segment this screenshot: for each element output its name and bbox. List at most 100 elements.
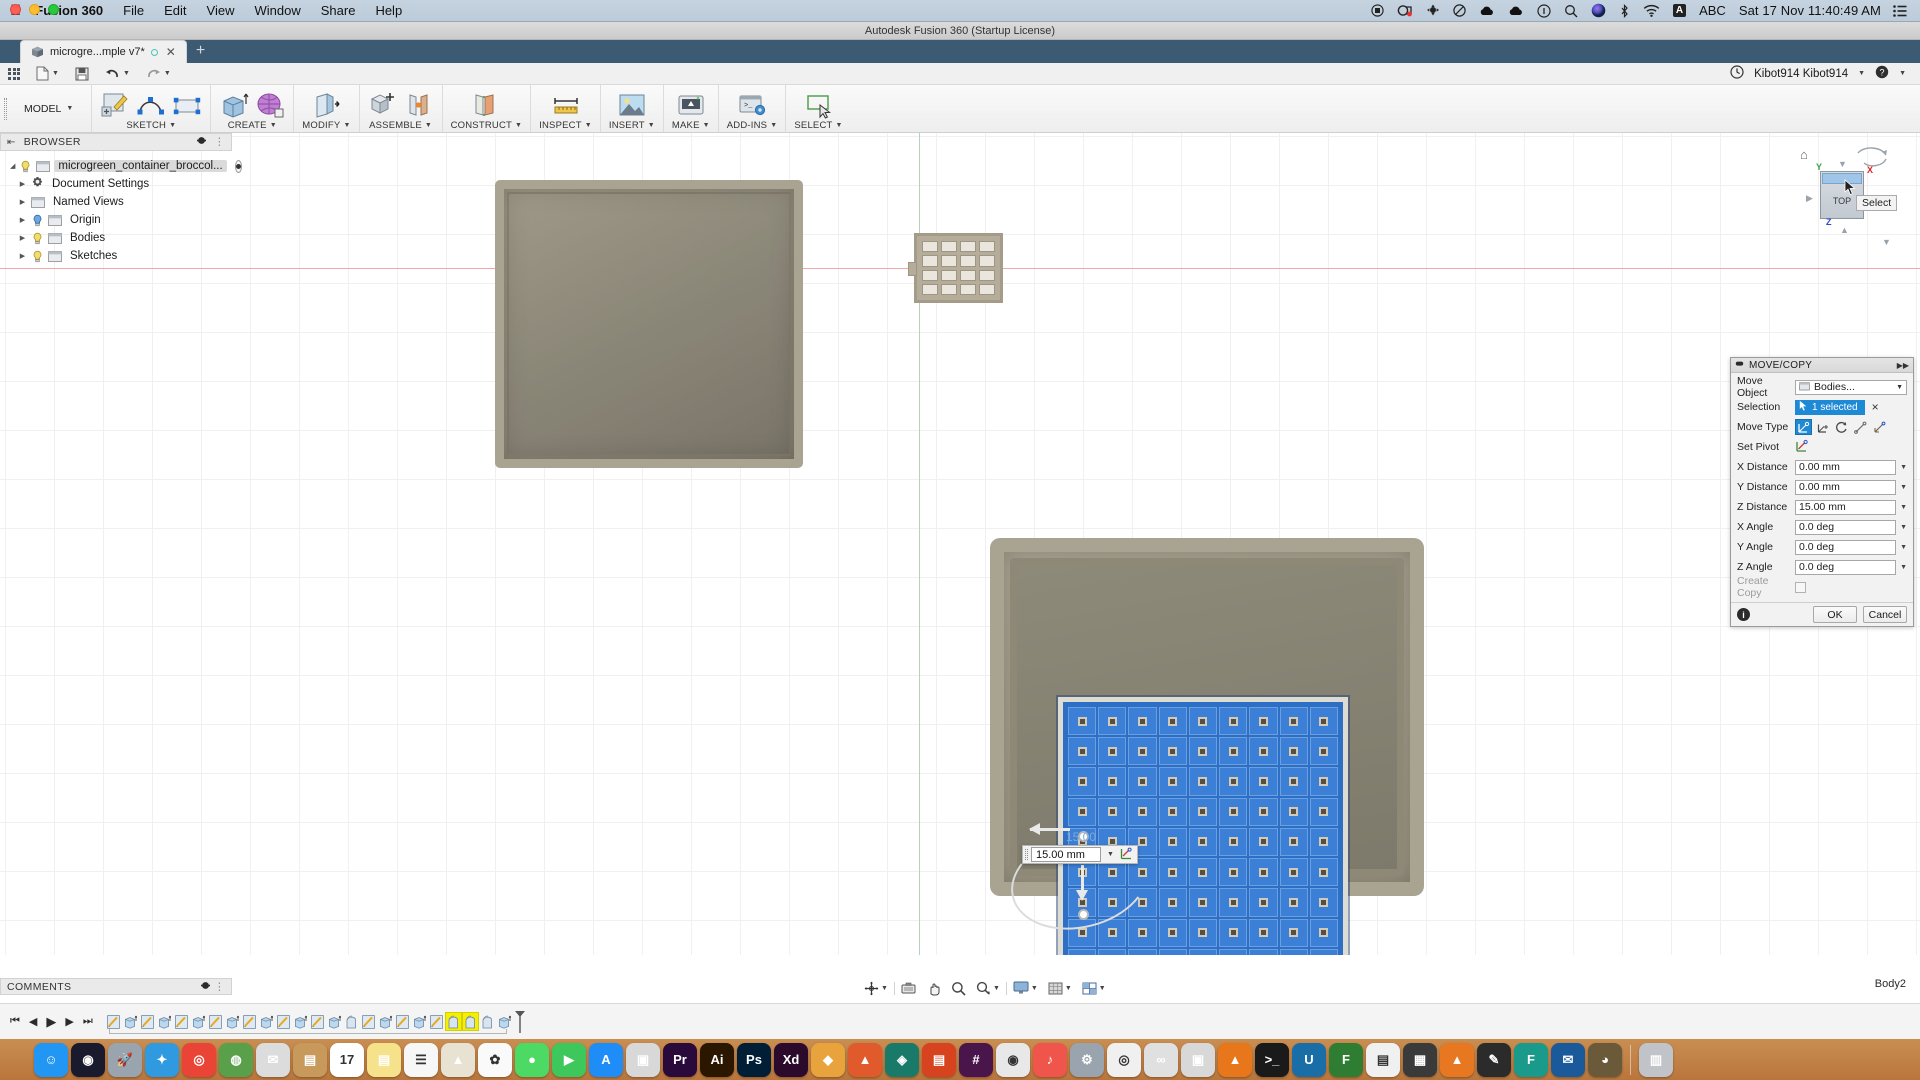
form-icon[interactable] [255, 91, 285, 119]
input-source-badge[interactable]: A [1672, 4, 1687, 17]
y-angle-field[interactable]: 0.0 deg [1795, 539, 1897, 555]
panel-resize-handle[interactable]: ⋮ [214, 981, 225, 993]
tree-root-node[interactable]: ◢ microgreen_container_broccol... [0, 157, 242, 175]
dimension-input[interactable] [1031, 847, 1101, 862]
collapse-left-icon[interactable]: ⇤ [7, 137, 16, 148]
dock-item-maps[interactable]: ▲ [441, 1042, 475, 1077]
dock-item-messages[interactable]: ● [515, 1042, 549, 1077]
scripts-addins-icon[interactable]: >_ [737, 91, 767, 119]
model-body-container-lid[interactable] [495, 180, 803, 468]
chevron-down-icon[interactable]: ▼ [1099, 985, 1106, 992]
look-at-icon[interactable] [897, 978, 920, 998]
movetype-free-move-icon[interactable] [1871, 419, 1888, 435]
webcam-recording-icon[interactable] [1397, 4, 1413, 17]
control-center-icon[interactable] [1893, 4, 1907, 17]
close-icon[interactable]: ✕ [164, 45, 178, 59]
ribbon-group-insert-label[interactable]: INSERT ▼ [609, 120, 655, 131]
selection-button[interactable]: 1 selected [1795, 399, 1865, 415]
y-distance-field[interactable]: 0.00 mm [1795, 479, 1897, 495]
dock-item-music[interactable]: ♪ [1033, 1042, 1067, 1077]
orbit-icon[interactable]: ▼ [860, 978, 892, 998]
dock-item-contacts[interactable]: ▤ [293, 1042, 327, 1077]
pin-icon[interactable] [1735, 359, 1744, 371]
menu-item-window[interactable]: Window [254, 3, 300, 18]
light-bulb-icon[interactable] [31, 250, 44, 263]
chevron-down-icon[interactable]: ▼ [1900, 544, 1907, 551]
cloud-down-icon[interactable] [1508, 5, 1524, 17]
view-arrow-right-icon[interactable]: ▼ [1882, 237, 1891, 247]
clear-selection-button[interactable]: × [1869, 400, 1882, 414]
light-bulb-on-icon[interactable] [31, 214, 44, 227]
dock-item-photos[interactable]: ✿ [478, 1042, 512, 1077]
light-bulb-icon[interactable] [31, 232, 44, 245]
chevron-down-icon[interactable]: ▼ [993, 985, 1000, 992]
document-tab[interactable]: microgre...mple v7* ✕ [20, 40, 187, 63]
chevron-down-icon[interactable]: ▼ [1900, 464, 1907, 471]
dock-item-vlc[interactable]: ▲ [1218, 1042, 1252, 1077]
move-copy-dialog-header[interactable]: MOVE/COPY ▶▶ [1731, 358, 1913, 373]
go-end-icon[interactable]: ⏭ [83, 1015, 93, 1028]
x-angle-field[interactable]: 0.0 deg [1795, 519, 1897, 535]
dock-item-reminders[interactable]: ☰ [404, 1042, 438, 1077]
view-cube[interactable]: ⌂ ▼ ▶ ▲ ▼ TOP Y X Z Select [1794, 141, 1904, 247]
airplay-icon[interactable] [1426, 4, 1440, 17]
help-icon[interactable]: ? [1875, 65, 1889, 82]
grid-snaps-icon[interactable]: ▼ [1044, 978, 1076, 998]
z-angle-field[interactable]: 0.0 deg [1795, 559, 1897, 575]
view-arrow-down-icon[interactable]: ▲ [1840, 225, 1849, 235]
dock-item-facetime[interactable]: ▶ [552, 1042, 586, 1077]
comments-panel-header[interactable]: COMMENTS ⋮ [0, 978, 232, 995]
view-arrow-up-icon[interactable]: ▼ [1838, 159, 1847, 169]
dock-item-rings[interactable]: ◎ [1107, 1042, 1141, 1077]
info-circle-icon[interactable] [1537, 3, 1551, 18]
dock-item-ultimaker-cura[interactable]: U [1292, 1042, 1326, 1077]
dock-item-prusa[interactable]: ▲ [1440, 1042, 1474, 1077]
dock-item-preview[interactable]: ▣ [626, 1042, 660, 1077]
menu-item-file[interactable]: File [123, 3, 144, 18]
menu-item-edit[interactable]: Edit [164, 3, 186, 18]
wifi-icon[interactable] [1643, 4, 1660, 17]
movetype-point-to-position-icon[interactable] [1852, 419, 1869, 435]
ribbon-group-modify-label[interactable]: MODIFY ▼ [302, 120, 350, 131]
panel-resize-handle[interactable]: ⋮ [214, 136, 225, 148]
cancel-button[interactable]: Cancel [1863, 606, 1907, 623]
dock-item-world-map[interactable]: ◍ [219, 1042, 253, 1077]
pan-icon[interactable] [922, 978, 945, 998]
dock-item-calculator[interactable]: ▦ [1403, 1042, 1437, 1077]
dock-item-finder[interactable]: ☺ [34, 1042, 68, 1077]
tree-item-origin[interactable]: ▶ Origin [0, 211, 232, 229]
dock-item-calendar[interactable]: 17 [330, 1042, 364, 1077]
save-button[interactable] [67, 63, 97, 85]
ribbon-group-sketch-label[interactable]: SKETCH ▼ [126, 120, 176, 131]
screen-record-icon[interactable] [1371, 4, 1384, 17]
ribbon-group-select-label[interactable]: SELECT ▼ [794, 120, 842, 131]
search-icon[interactable] [1564, 4, 1578, 18]
panel-settings-icon[interactable] [201, 981, 211, 993]
move-arrow-left-icon[interactable] [1029, 823, 1070, 835]
ribbon-group-make-label[interactable]: MAKE ▼ [672, 120, 710, 131]
move-copy-dialog[interactable]: MOVE/COPY ▶▶ Move Object Bodies... ▼ Sel… [1730, 357, 1914, 627]
play-icon[interactable]: ▶ [46, 1014, 56, 1030]
maximize-window-button[interactable] [48, 4, 59, 15]
chevron-right-icon[interactable]: ▶ [18, 216, 27, 224]
dock-item-thunderbird[interactable]: ✉ [1551, 1042, 1585, 1077]
menu-bar-clock[interactable]: Sat 17 Nov 11:40:49 AM [1739, 3, 1881, 18]
ribbon-drag-handle[interactable] [0, 85, 10, 132]
timeline-marker-icon[interactable] [514, 1010, 525, 1033]
3d-print-icon[interactable] [676, 91, 706, 119]
dock-item-slack[interactable]: # [959, 1042, 993, 1077]
chevron-right-icon[interactable]: ▶ [18, 180, 27, 188]
ok-button[interactable]: OK [1813, 606, 1857, 623]
dock-item-xd[interactable]: Xd [774, 1042, 808, 1077]
menu-item-share[interactable]: Share [321, 3, 356, 18]
cloud-up-icon[interactable] [1479, 5, 1495, 17]
dock-item-eagle[interactable]: ▤ [922, 1042, 956, 1077]
chevron-down-icon[interactable]: ▼ [1900, 564, 1907, 571]
new-component-icon[interactable] [368, 91, 398, 119]
chevron-down-icon[interactable]: ▼ [1900, 484, 1907, 491]
movetype-translate-rotate-icon[interactable] [1795, 419, 1812, 435]
go-start-icon[interactable]: ⏮ [10, 1015, 20, 1028]
select-icon[interactable] [804, 91, 834, 119]
chevron-down-icon[interactable]: ◢ [10, 162, 15, 170]
display-settings-icon[interactable]: ▼ [1009, 978, 1042, 998]
